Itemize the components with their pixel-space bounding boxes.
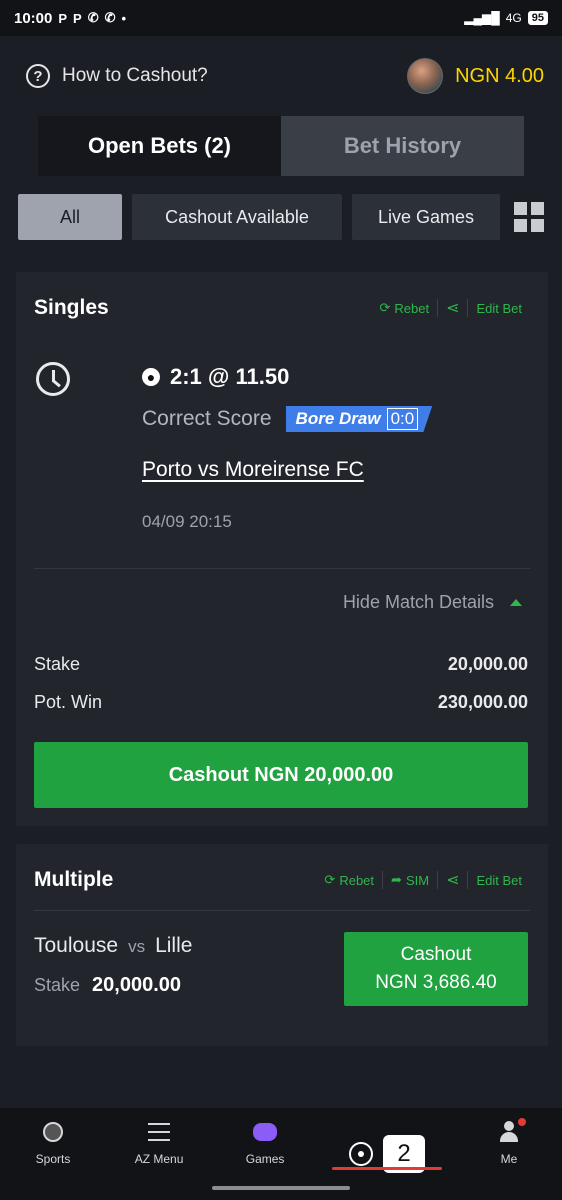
menu-icon: [147, 1120, 171, 1144]
share-icon: ⋖: [446, 300, 460, 317]
edit-bet-button[interactable]: Edit Bet: [468, 301, 530, 316]
market-row: Correct Score Bore Draw 0:0: [142, 406, 433, 432]
battery-icon: 95: [527, 11, 548, 25]
betslip-icon: [349, 1142, 374, 1166]
badge-label: Bore Draw: [295, 409, 381, 428]
stake-value: 20,000.00: [447, 654, 528, 674]
refresh-icon: ⟳: [379, 300, 391, 315]
rebet-button[interactable]: ⟳ Rebet: [371, 300, 437, 316]
card-title: Multiple: [34, 868, 114, 891]
bets-tabs: Open Bets (2) Bet History: [38, 116, 524, 176]
multi-match: Toulouse vs Lille: [34, 934, 192, 958]
edit-bet-label: Edit Bet: [476, 872, 522, 888]
cashout-amount: NGN 3,686.40: [375, 972, 497, 993]
market-name: Correct Score: [142, 407, 272, 430]
active-indicator: [332, 1167, 442, 1170]
selection: ● 2:1 @ 11.50: [142, 364, 289, 390]
nav-az-menu-label: AZ Menu: [134, 1152, 184, 1166]
soccer-ball-icon: [43, 1122, 64, 1142]
nav-az-menu[interactable]: AZ Menu: [106, 1108, 212, 1200]
whatsapp-icon: ✆: [87, 10, 99, 25]
arrow-icon: ➦: [391, 872, 402, 887]
dot-icon: •: [121, 10, 127, 26]
soccer-ball-icon: ●: [142, 368, 160, 386]
selection-odds: 2:1 @ 11.50: [170, 364, 290, 389]
help-icon: ?: [26, 64, 50, 88]
hide-match-details-toggle[interactable]: Hide Match Details: [343, 592, 522, 613]
rebet-label: Rebet: [339, 872, 375, 888]
share-icon: ⋖: [446, 872, 460, 889]
card-title: Singles: [34, 296, 109, 319]
tab-open-bets[interactable]: Open Bets (2): [38, 116, 281, 176]
divider: [34, 568, 530, 569]
p-app-icon: P: [73, 10, 82, 26]
home-team: Toulouse: [34, 934, 119, 957]
nav-sports[interactable]: Sports: [0, 1108, 106, 1200]
sim-button[interactable]: ➦ SIM: [383, 872, 437, 888]
avatar[interactable]: [407, 58, 444, 94]
bore-draw-badge: Bore Draw 0:0: [285, 406, 433, 432]
edit-bet-label: Edit Bet: [476, 300, 522, 316]
hide-details-label: Hide Match Details: [342, 592, 494, 612]
potwin-label: Pot. Win: [34, 692, 103, 712]
stake-label: Stake: [34, 654, 81, 674]
divider: [34, 910, 530, 911]
network-type: 4G: [505, 11, 522, 25]
kickoff-time: 04/09 20:15: [142, 512, 232, 531]
how-to-cashout-link[interactable]: ? How to Cashout?: [26, 64, 208, 88]
gamepad-icon: [253, 1123, 278, 1141]
whatsapp-icon: ✆: [104, 10, 116, 25]
stake-row: Stake 20,000.00: [34, 654, 528, 675]
cashout-button[interactable]: Cashout NGN 20,000.00: [34, 742, 528, 808]
sim-label: SIM: [405, 872, 430, 888]
how-to-cashout-label: How to Cashout?: [62, 65, 208, 86]
vs-label: vs: [128, 937, 146, 956]
singles-bet-card: Singles ⟳ Rebet ⋖ Edit Bet ● 2:1 @ 11.50…: [16, 272, 548, 826]
stake-label: Stake: [34, 975, 81, 995]
badge-score: 0:0: [386, 408, 419, 430]
header: ? How to Cashout? NGN 4.00: [0, 36, 562, 116]
potwin-value: 230,000.00: [437, 692, 528, 712]
chevron-up-icon: [510, 599, 522, 606]
rebet-label: Rebet: [394, 300, 430, 316]
nav-sports-label: Sports: [35, 1152, 71, 1166]
signal-icon: ▂▄▆█: [464, 11, 500, 25]
filter-all[interactable]: All: [18, 194, 122, 240]
nav-games-label: Games: [245, 1152, 285, 1166]
p-app-icon: P: [58, 10, 68, 26]
stake-value: 20,000.00: [92, 974, 182, 996]
filter-live-games[interactable]: Live Games: [352, 194, 500, 240]
edit-bet-button[interactable]: Edit Bet: [468, 873, 530, 888]
account-balance: NGN 4.00: [455, 64, 544, 87]
cashout-label: Cashout: [400, 944, 472, 965]
multiple-bet-card: Multiple ⟳ Rebet ➦ SIM ⋖ Edit Bet Toulou…: [16, 844, 548, 1046]
refresh-icon: ⟳: [324, 872, 336, 887]
status-time: 10:00: [14, 9, 53, 27]
potwin-row: Pot. Win 230,000.00: [34, 692, 528, 713]
match-link[interactable]: Porto vs Moreirense FC: [142, 458, 364, 482]
notification-dot: [517, 1118, 526, 1126]
filter-bar: All Cashout Available Live Games: [18, 194, 544, 240]
away-team: Lille: [155, 934, 193, 957]
filter-cashout-available[interactable]: Cashout Available: [132, 194, 342, 240]
multi-stake-row: Stake 20,000.00: [34, 974, 181, 997]
gesture-bar: [212, 1186, 350, 1190]
share-button[interactable]: ⋖: [438, 298, 467, 318]
notification-icons: P P ✆ ✆ •: [58, 10, 126, 26]
multi-cashout-button[interactable]: Cashout NGN 3,686.40: [344, 932, 528, 1006]
share-button[interactable]: ⋖: [438, 870, 467, 890]
user-icon: [498, 1121, 520, 1143]
clock-icon: [36, 362, 70, 396]
tab-bet-history[interactable]: Bet History: [281, 116, 524, 176]
rebet-button[interactable]: ⟳ Rebet: [316, 872, 382, 888]
nav-me-label: Me: [500, 1152, 518, 1166]
nav-me[interactable]: Me: [456, 1108, 562, 1200]
grid-view-icon[interactable]: [514, 202, 544, 232]
status-bar: 10:00 P P ✆ ✆ • ▂▄▆█ 4G 95: [0, 0, 562, 36]
